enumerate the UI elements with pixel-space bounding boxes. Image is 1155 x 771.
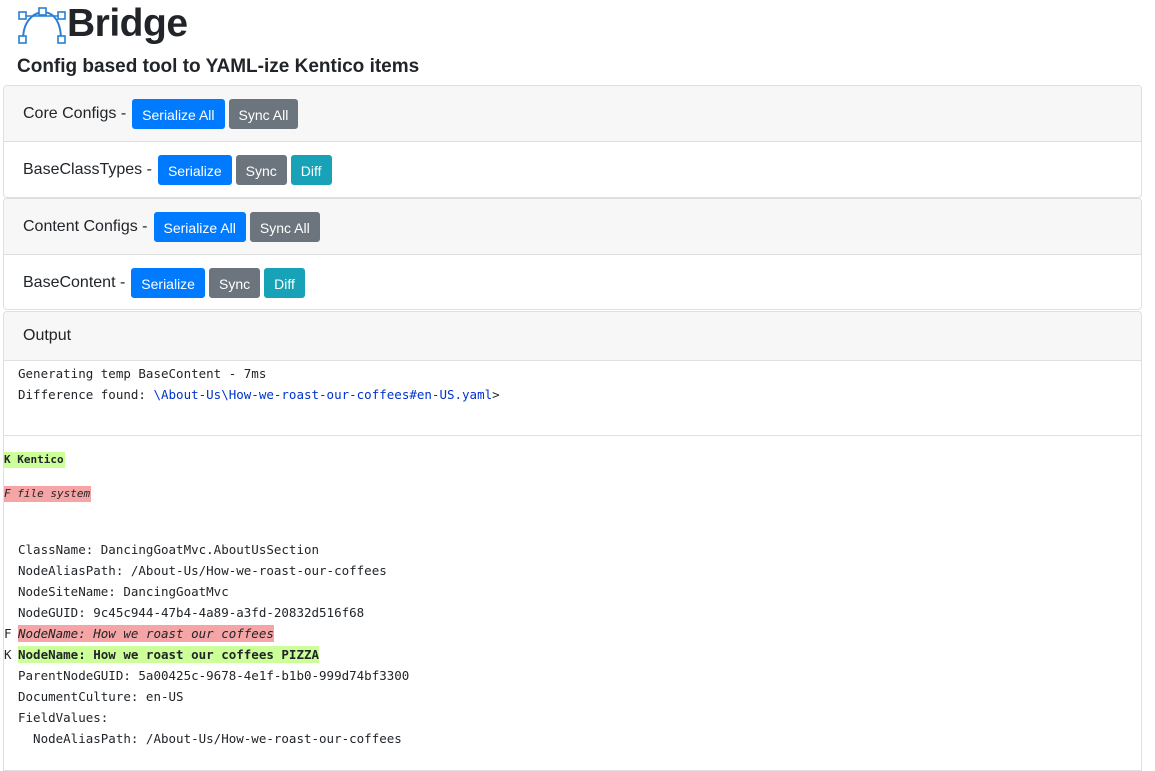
difference-suffix: > bbox=[492, 387, 500, 402]
diff-marker: F bbox=[4, 626, 12, 641]
core-configs-header: Core Configs - Serialize All Sync All bbox=[4, 86, 1141, 142]
serialize-button[interactable]: Serialize bbox=[157, 154, 232, 185]
core-configs-label: Core Configs - bbox=[23, 104, 127, 122]
core-serialize-all-button[interactable]: Serialize All bbox=[132, 98, 225, 129]
config-row-baseclasstypes: BaseClassTypes - Serialize Sync Diff bbox=[4, 142, 1141, 197]
output-header: Output bbox=[4, 312, 1141, 361]
yaml-line: F NodeName: How we roast our coffees bbox=[4, 623, 1141, 644]
diff-marker: K bbox=[4, 647, 12, 662]
sync-button[interactable]: Sync bbox=[235, 154, 287, 185]
content-sync-all-button[interactable]: Sync All bbox=[249, 211, 320, 242]
output-card: Output Generating temp BaseContent - 7ms… bbox=[3, 311, 1142, 771]
content-configs-label: Content Configs - bbox=[23, 217, 148, 235]
diff-button[interactable]: Diff bbox=[290, 154, 332, 185]
config-row-basecontent: BaseContent - Serialize Sync Diff bbox=[4, 255, 1141, 309]
yaml-line: NodeGUID: 9c45c944-47b4-4a89-a3fd-20832d… bbox=[4, 602, 1141, 623]
diff-button[interactable]: Diff bbox=[264, 267, 305, 298]
yaml-diff: ClassName: DancingGoatMvc.AboutUsSection… bbox=[4, 539, 1141, 749]
yaml-line: DocumentCulture: en-US bbox=[4, 686, 1141, 707]
yaml-line: FieldValues: bbox=[4, 707, 1141, 728]
yaml-line: ParentNodeGUID: 5a00425c-9678-4e1f-b1b0-… bbox=[4, 665, 1141, 686]
difference-prefix: Difference found: bbox=[18, 387, 154, 402]
bezier-pen-icon bbox=[18, 7, 66, 44]
yaml-line-text: ParentNodeGUID: 5a00425c-9678-4e1f-b1b0-… bbox=[18, 668, 410, 683]
core-configs-card: Core Configs - Serialize All Sync All Ba… bbox=[3, 85, 1142, 198]
yaml-line: NodeAliasPath: /About-Us/How-we-roast-ou… bbox=[4, 728, 1141, 749]
yaml-line-text: DocumentCulture: en-US bbox=[18, 689, 184, 704]
yaml-line-text: NodeGUID: 9c45c944-47b4-4a89-a3fd-20832d… bbox=[18, 605, 365, 620]
content-configs-header: Content Configs - Serialize All Sync All bbox=[4, 199, 1141, 255]
sync-button[interactable]: Sync bbox=[208, 267, 261, 298]
app-subtitle: Config based tool to YAML-ize Kentico it… bbox=[17, 56, 420, 77]
content-serialize-all-button[interactable]: Serialize All bbox=[153, 211, 246, 242]
yaml-line-text: NodeSiteName: DancingGoatMvc bbox=[18, 584, 229, 599]
yaml-line-text: FieldValues: bbox=[18, 710, 109, 725]
difference-path-link[interactable]: \About-Us\How-we-roast-our-coffees#en-US… bbox=[153, 387, 492, 402]
yaml-line-removed: NodeName: How we roast our coffees bbox=[18, 625, 274, 642]
yaml-line-text: NodeAliasPath: /About-Us/How-we-roast-ou… bbox=[18, 563, 387, 578]
log-line: Generating temp BaseContent - 7ms bbox=[18, 366, 267, 381]
serialize-button[interactable]: Serialize bbox=[131, 267, 205, 298]
yaml-line: NodeAliasPath: /About-Us/How-we-roast-ou… bbox=[4, 560, 1141, 581]
difference-line: Difference found: \About-Us\How-we-roast… bbox=[18, 384, 1141, 405]
legend-filesystem: F file system bbox=[4, 486, 92, 502]
legend-kentico: K Kentico bbox=[4, 452, 65, 468]
yaml-line-text: NodeAliasPath: /About-Us/How-we-roast-ou… bbox=[18, 731, 402, 746]
yaml-line-text: ClassName: DancingGoatMvc.AboutUsSection bbox=[18, 542, 320, 557]
yaml-line-added: NodeName: How we roast our coffees PIZZA bbox=[18, 646, 320, 663]
page-header: Bridge Config based tool to YAML-ize Ken… bbox=[0, 0, 1155, 84]
output-log: Generating temp BaseContent - 7ms Differe… bbox=[4, 361, 1141, 436]
logo: Bridge bbox=[17, 4, 188, 46]
yaml-line: ClassName: DancingGoatMvc.AboutUsSection bbox=[4, 539, 1141, 560]
yaml-line: K NodeName: How we roast our coffees PIZZ… bbox=[4, 644, 1141, 665]
core-sync-all-button[interactable]: Sync All bbox=[228, 98, 299, 129]
content-configs-card: Content Configs - Serialize All Sync All… bbox=[3, 198, 1142, 310]
config-label: BaseContent - bbox=[23, 273, 126, 291]
config-label: BaseClassTypes - bbox=[23, 160, 152, 178]
app-title: Bridge bbox=[67, 2, 188, 45]
yaml-line: NodeSiteName: DancingGoatMvc bbox=[4, 581, 1141, 602]
